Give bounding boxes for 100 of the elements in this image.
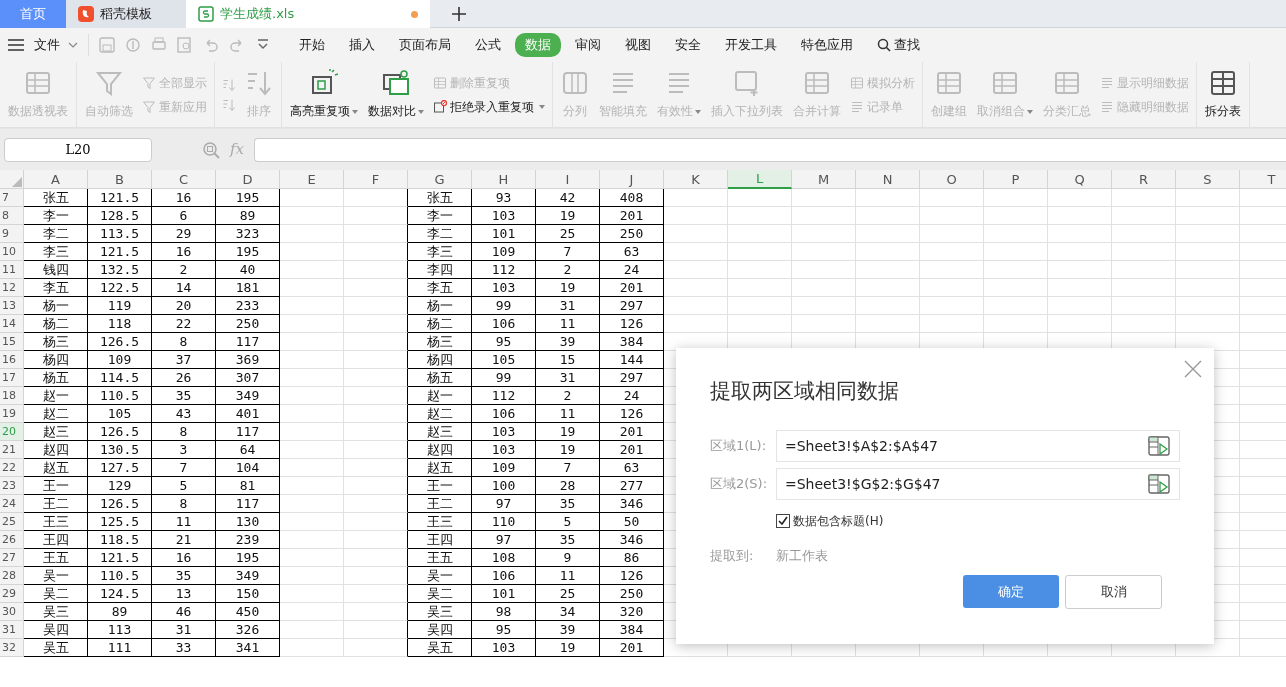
table-cell: 13: [152, 585, 216, 603]
ribbon-tab[interactable]: 开始: [289, 33, 335, 57]
column-header[interactable]: A: [24, 170, 88, 189]
row-header[interactable]: 18: [0, 387, 24, 405]
table-cell: 111: [88, 639, 152, 657]
table-cell: 19: [536, 441, 600, 459]
window-tab[interactable]: 学生成绩.xls: [186, 0, 430, 28]
range-field[interactable]: =Sheet3!$A$2:$A$47: [776, 429, 1180, 462]
row-header[interactable]: 30: [0, 603, 24, 621]
field-label: 区域1(L):: [710, 436, 768, 455]
row-header[interactable]: 26: [0, 531, 24, 549]
toolbar-button[interactable]: 拆分表: [1201, 62, 1245, 127]
row-header[interactable]: 9: [0, 225, 24, 243]
toolbar-button[interactable]: 高亮重复项: [286, 62, 362, 127]
name-box[interactable]: L20: [4, 137, 152, 162]
table-cell: 赵四: [24, 441, 88, 459]
file-menu[interactable]: 文件: [30, 33, 64, 57]
column-header[interactable]: E: [280, 170, 344, 189]
column-header[interactable]: I: [536, 170, 600, 189]
table-cell: 2: [536, 261, 600, 279]
table-cell: 李三: [24, 243, 88, 261]
row-header[interactable]: 32: [0, 639, 24, 657]
row-header[interactable]: 7: [0, 189, 24, 207]
table-cell: 346: [600, 495, 664, 513]
toolbar-button[interactable]: 拒绝录入重复项: [430, 97, 548, 116]
row-header[interactable]: 28: [0, 567, 24, 585]
column-header[interactable]: K: [664, 170, 728, 189]
table-cell: 109: [88, 351, 152, 369]
column-header[interactable]: M: [792, 170, 856, 189]
column-header[interactable]: R: [1112, 170, 1176, 189]
window-tab[interactable]: 稻壳模板: [66, 0, 186, 28]
ribbon-tab[interactable]: 公式: [465, 33, 511, 57]
column-header[interactable]: J: [600, 170, 664, 189]
table-cell: 赵一: [408, 387, 472, 405]
ribbon-tab[interactable]: 安全: [665, 33, 711, 57]
column-header[interactable]: T: [1240, 170, 1286, 189]
ribbon-tab[interactable]: 插入: [339, 33, 385, 57]
table-cell: 103: [472, 423, 536, 441]
column-header[interactable]: D: [216, 170, 280, 189]
ribbon-tab[interactable]: 特色应用: [791, 33, 863, 57]
table-cell: 43: [152, 405, 216, 423]
table-cell: 李二: [408, 225, 472, 243]
table-cell: 105: [472, 351, 536, 369]
column-header[interactable]: G: [408, 170, 472, 189]
table-cell: 117: [216, 333, 280, 351]
toolbar-button[interactable]: 数据对比: [364, 62, 428, 127]
row-header[interactable]: 24: [0, 495, 24, 513]
row-header[interactable]: 16: [0, 351, 24, 369]
checkbox-label[interactable]: 数据包含标题(H): [793, 511, 884, 530]
table-cell: 98: [472, 603, 536, 621]
row-header[interactable]: 13: [0, 297, 24, 315]
table-cell: 35: [536, 531, 600, 549]
row-header[interactable]: 27: [0, 549, 24, 567]
table-cell: 103: [472, 639, 536, 657]
row-header[interactable]: 11: [0, 261, 24, 279]
table-cell: 14: [152, 279, 216, 297]
range-field[interactable]: =Sheet3!$G$2:$G$47: [776, 467, 1180, 500]
ribbon-tab[interactable]: 开发工具: [715, 33, 787, 57]
column-header[interactable]: S: [1176, 170, 1240, 189]
row-header[interactable]: 10: [0, 243, 24, 261]
row-header[interactable]: 19: [0, 405, 24, 423]
table-cell: 130: [216, 513, 280, 531]
table-cell: 117: [216, 495, 280, 513]
column-header[interactable]: N: [856, 170, 920, 189]
ribbon-tab[interactable]: 审阅: [565, 33, 611, 57]
column-header[interactable]: F: [344, 170, 408, 189]
row-header[interactable]: 29: [0, 585, 24, 603]
row-header[interactable]: 8: [0, 207, 24, 225]
table-cell: 101: [472, 225, 536, 243]
ribbon-tab[interactable]: 页面布局: [389, 33, 461, 57]
table-cell: 35: [536, 495, 600, 513]
table-cell: 349: [216, 567, 280, 585]
column-header[interactable]: C: [152, 170, 216, 189]
column-header[interactable]: O: [920, 170, 984, 189]
row-header[interactable]: 25: [0, 513, 24, 531]
table-cell: 113.5: [88, 225, 152, 243]
table-cell: 王一: [24, 477, 88, 495]
table-cell: 106: [472, 405, 536, 423]
column-header[interactable]: B: [88, 170, 152, 189]
table-cell: 王三: [24, 513, 88, 531]
table-cell: 40: [216, 261, 280, 279]
table-cell: 201: [600, 639, 664, 657]
column-header[interactable]: H: [472, 170, 536, 189]
column-header[interactable]: P: [984, 170, 1048, 189]
row-header[interactable]: 15: [0, 333, 24, 351]
row-header[interactable]: 21: [0, 441, 24, 459]
table-cell: 323: [216, 225, 280, 243]
row-header[interactable]: 31: [0, 621, 24, 639]
table-cell: 103: [472, 441, 536, 459]
column-header[interactable]: Q: [1048, 170, 1112, 189]
cancel-button[interactable]: 取消: [1065, 575, 1162, 609]
row-header[interactable]: 12: [0, 279, 24, 297]
row-header[interactable]: 17: [0, 369, 24, 387]
row-header[interactable]: 23: [0, 477, 24, 495]
table-cell: 42: [536, 189, 600, 207]
ribbon-tab[interactable]: 视图: [615, 33, 661, 57]
table-cell: 118: [88, 315, 152, 333]
row-header[interactable]: 14: [0, 315, 24, 333]
row-header[interactable]: 22: [0, 459, 24, 477]
search-button[interactable]: 查找: [867, 33, 930, 57]
